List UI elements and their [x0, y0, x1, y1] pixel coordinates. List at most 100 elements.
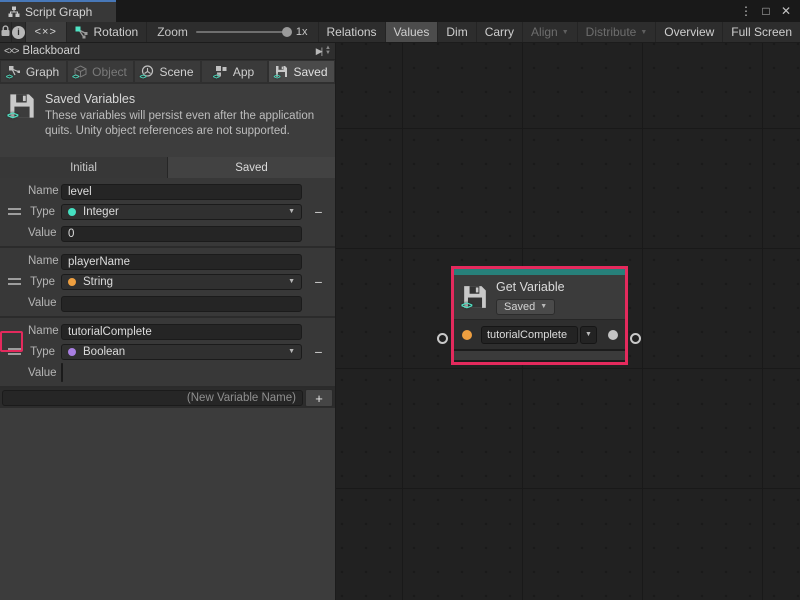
- chevron-down-icon: ▼: [640, 29, 647, 36]
- variable-value-input[interactable]: [61, 296, 302, 312]
- variable-value-checkbox[interactable]: [61, 363, 63, 382]
- window-tab-title: Script Graph: [25, 5, 92, 19]
- app-variables-icon: <>: [215, 65, 229, 78]
- variable-name-input[interactable]: [61, 254, 302, 270]
- variable-name-input[interactable]: [61, 324, 302, 340]
- blackboard-panel: <×> Blackboard ▶| ▲▼ <> Graph: [0, 43, 336, 600]
- variable-type-dropdown[interactable]: String ▼: [61, 274, 302, 290]
- variable-dropdown-button[interactable]: ▼: [580, 326, 597, 344]
- graph-tree-icon: [8, 6, 20, 18]
- add-variable-button[interactable]: +: [305, 389, 333, 407]
- window-menu-icon[interactable]: ⋮: [738, 4, 754, 18]
- node-title: Get Variable: [496, 280, 565, 294]
- tab-saved[interactable]: <> Saved: [269, 61, 334, 82]
- chevron-down-icon: ▼: [288, 208, 295, 215]
- zoom-slider-handle[interactable]: [282, 27, 292, 37]
- zoom-slider[interactable]: [196, 31, 288, 33]
- window-controls: ⋮ □ ✕: [738, 0, 800, 22]
- relations-button[interactable]: Relations: [318, 22, 385, 42]
- remove-variable-button[interactable]: −: [302, 274, 335, 290]
- dock-panel-icon[interactable]: ▶|: [316, 46, 321, 57]
- get-variable-node[interactable]: <> Get Variable Saved ▼ tutorialComplete…: [451, 266, 628, 365]
- dim-button[interactable]: Dim: [437, 22, 475, 42]
- variable-value-input[interactable]: [61, 226, 302, 242]
- zoom-control: Zoom 1x: [147, 22, 317, 42]
- value-label: Value: [28, 367, 61, 379]
- node-ports-row: tutorialComplete ▼: [454, 319, 625, 349]
- code-view-toggle-button[interactable]: <×>: [26, 22, 67, 42]
- variables-list: Name Type Integer ▼ − Val: [0, 178, 335, 408]
- carry-button[interactable]: Carry: [476, 22, 522, 42]
- tab-script-graph[interactable]: Script Graph: [0, 0, 116, 22]
- type-color-dot: [68, 208, 76, 216]
- saved-variables-icon: <>: [275, 65, 289, 78]
- new-variable-row: +: [0, 388, 335, 408]
- rotation-button[interactable]: Rotation: [67, 22, 148, 42]
- values-button[interactable]: Values: [385, 22, 438, 42]
- type-label: Type: [28, 206, 61, 218]
- value-output-port[interactable]: [608, 330, 618, 340]
- input-connection-port[interactable]: [437, 333, 448, 344]
- variable-kind-dropdown[interactable]: Saved ▼: [496, 299, 555, 315]
- remove-variable-button[interactable]: −: [302, 344, 335, 360]
- variable-type-dropdown[interactable]: Boolean ▼: [61, 344, 302, 360]
- drag-handle-icon[interactable]: [8, 278, 21, 285]
- chevron-down-icon: ▼: [288, 278, 295, 285]
- tab-graph[interactable]: <> Graph: [1, 61, 66, 82]
- type-label: Type: [28, 276, 61, 288]
- window-close-icon[interactable]: ✕: [778, 4, 794, 18]
- full-screen-button[interactable]: Full Screen: [722, 22, 800, 42]
- variable-name-dropdown[interactable]: tutorialComplete: [481, 326, 578, 344]
- tab-object[interactable]: <> Object: [68, 61, 133, 82]
- title-bar: Script Graph ⋮ □ ✕: [0, 0, 800, 22]
- tab-initial[interactable]: Initial: [0, 157, 167, 178]
- tab-app[interactable]: <> App: [202, 61, 267, 82]
- value-label: Value: [28, 227, 61, 239]
- zoom-value: 1x: [296, 26, 308, 38]
- window-maximize-icon[interactable]: □: [758, 4, 774, 18]
- variable-type-dropdown[interactable]: Integer ▼: [61, 204, 302, 220]
- info-button[interactable]: i: [12, 22, 26, 42]
- node-header: <> Get Variable Saved ▼: [454, 275, 625, 319]
- panel-scroll-arrows[interactable]: ▲▼: [325, 46, 331, 56]
- variable-name-port[interactable]: [462, 330, 472, 340]
- chevron-down-icon: ▼: [540, 303, 547, 310]
- name-label: Name: [28, 255, 61, 267]
- rotation-label: Rotation: [94, 25, 139, 39]
- remove-variable-button[interactable]: −: [302, 204, 335, 220]
- info-icon: i: [12, 26, 25, 39]
- drag-handle-icon[interactable]: [8, 348, 21, 355]
- chevron-down-icon: ▼: [288, 348, 295, 355]
- variable-card-playername: Name Type String ▼ − Valu: [0, 248, 335, 318]
- variable-card-tutorialcomplete: Name Type Boolean ▼ − Val: [0, 318, 335, 388]
- type-label: Type: [28, 346, 61, 358]
- type-color-dot: [68, 348, 76, 356]
- distribute-button: Distribute▼: [577, 22, 656, 42]
- tab-saved-values[interactable]: Saved: [168, 157, 335, 178]
- object-variables-icon: <>: [74, 65, 88, 78]
- lock-button[interactable]: [0, 22, 12, 42]
- saved-variables-info: <> Saved Variables These variables will …: [0, 84, 335, 157]
- tab-scene[interactable]: <> Scene: [135, 61, 200, 82]
- blackboard-title: Blackboard: [23, 45, 81, 57]
- unity-visual-scripting-window: Script Graph ⋮ □ ✕ i <×> Rotation Zoom 1…: [0, 0, 800, 600]
- blackboard-empty-area: [0, 408, 335, 600]
- blackboard-icon: <×>: [4, 46, 19, 57]
- scene-variables-icon: <>: [141, 65, 155, 78]
- info-title: Saved Variables: [45, 92, 333, 106]
- saved-variables-icon: <>: [8, 92, 36, 120]
- toolbar-right-group: Relations Values Dim Carry Align▼ Distri…: [318, 22, 800, 42]
- blackboard-header: <×> Blackboard ▶| ▲▼: [0, 43, 335, 60]
- graph-variables-icon: <>: [8, 65, 22, 78]
- value-label: Value: [28, 297, 61, 309]
- overview-button[interactable]: Overview: [655, 22, 722, 42]
- graph-toolbar: i <×> Rotation Zoom 1x Relations Values …: [0, 22, 800, 43]
- output-connection-port[interactable]: [630, 333, 641, 344]
- node-footer: [454, 349, 625, 360]
- drag-handle-icon[interactable]: [8, 208, 21, 215]
- variable-name-input[interactable]: [61, 184, 302, 200]
- rotation-icon: [75, 26, 88, 39]
- lock-icon: [0, 25, 11, 40]
- new-variable-input[interactable]: [2, 390, 303, 406]
- graph-canvas[interactable]: <> Get Variable Saved ▼ tutorialComplete…: [336, 43, 800, 600]
